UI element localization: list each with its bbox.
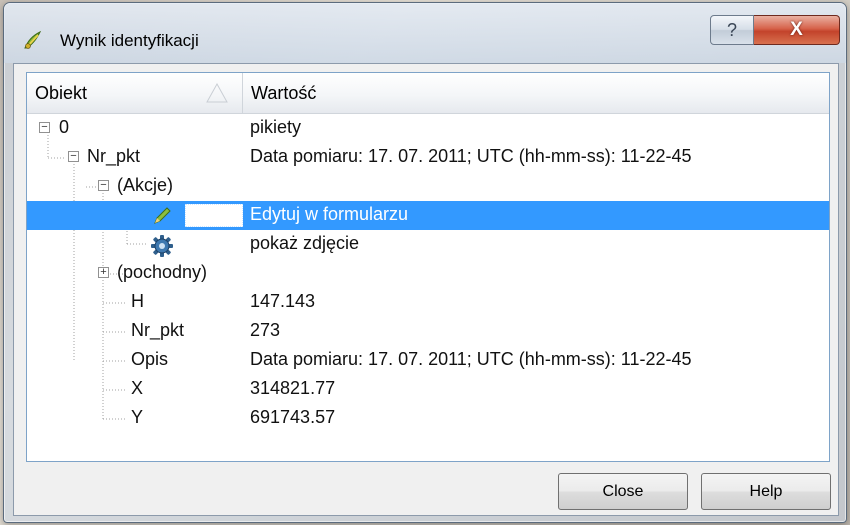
row-value: 273 [250, 320, 281, 340]
tree-row-edit-action[interactable]: Edytuj w formularzu [27, 201, 829, 230]
results-tree[interactable]: Obiekt Wartość − 0 pikiety − Nr_pkt Data… [26, 72, 830, 462]
tree-header: Obiekt Wartość [27, 73, 829, 114]
row-key: 0 [59, 117, 70, 137]
tree-row-attribute[interactable]: Nr_pkt 273 [27, 317, 829, 346]
help-button[interactable]: Help [701, 473, 831, 510]
expand-toggle-icon[interactable]: + [98, 267, 109, 278]
row-value: pokaż zdjęcie [250, 233, 360, 253]
row-key: (Akcje) [117, 175, 174, 195]
tree-row-actions[interactable]: − (Akcje) [27, 172, 829, 201]
tree-row-attribute[interactable]: Y 691743.57 [27, 404, 829, 433]
window-title: Wynik identyfikacji [60, 31, 199, 50]
row-value: pikiety [250, 117, 302, 137]
qgis-icon [24, 30, 42, 49]
title-bar[interactable]: Wynik identyfikacji ? X [4, 3, 846, 63]
tree-row-attribute[interactable]: Opis Data pomiaru: 17. 07. 2011; UTC (hh… [27, 346, 829, 375]
gear-icon [151, 235, 173, 257]
row-key: Y [131, 407, 144, 427]
row-value: Data pomiaru: 17. 07. 2011; UTC (hh-mm-s… [250, 146, 692, 166]
inline-edit-box[interactable] [185, 204, 243, 227]
column-header-object-label: Obiekt [35, 83, 88, 103]
context-help-button[interactable]: ? [710, 15, 754, 45]
row-key: X [131, 378, 144, 398]
collapse-toggle-icon[interactable]: − [39, 122, 50, 133]
row-key: H [131, 291, 144, 311]
tree-row-photo-action[interactable]: pokaż zdjęcie [27, 230, 829, 259]
tree-row-feature[interactable]: − Nr_pkt Data pomiaru: 17. 07. 2011; UTC… [27, 143, 829, 172]
pencil-icon [154, 207, 171, 224]
column-header-value[interactable]: Wartość [243, 73, 828, 113]
tree-row-root[interactable]: − 0 pikiety [27, 114, 829, 143]
row-key: Opis [131, 349, 169, 369]
identify-results-dialog: Wynik identyfikacji ? X Obiekt Wartość −… [3, 2, 847, 523]
row-value: Data pomiaru: 17. 07. 2011; UTC (hh-mm-s… [250, 349, 692, 369]
row-key: Nr_pkt [131, 320, 185, 340]
sort-ascending-icon [206, 82, 228, 103]
tree-row-derived[interactable]: + (pochodny) [27, 259, 829, 288]
row-value: 691743.57 [250, 407, 336, 427]
collapse-toggle-icon[interactable]: − [98, 180, 109, 191]
tree-row-attribute[interactable]: H 147.143 [27, 288, 829, 317]
window-close-button[interactable]: X [754, 15, 840, 45]
row-value: Edytuj w formularzu [250, 204, 409, 224]
row-value: 147.143 [250, 291, 316, 311]
row-key: (pochodny) [117, 262, 208, 282]
collapse-toggle-icon[interactable]: − [68, 151, 79, 162]
row-value: 314821.77 [250, 378, 336, 398]
row-key: Nr_pkt [87, 146, 141, 166]
tree-row-attribute[interactable]: X 314821.77 [27, 375, 829, 404]
column-header-object[interactable]: Obiekt [27, 73, 243, 113]
close-button[interactable]: Close [558, 473, 688, 510]
dialog-body: Obiekt Wartość − 0 pikiety − Nr_pkt Data… [13, 63, 839, 516]
